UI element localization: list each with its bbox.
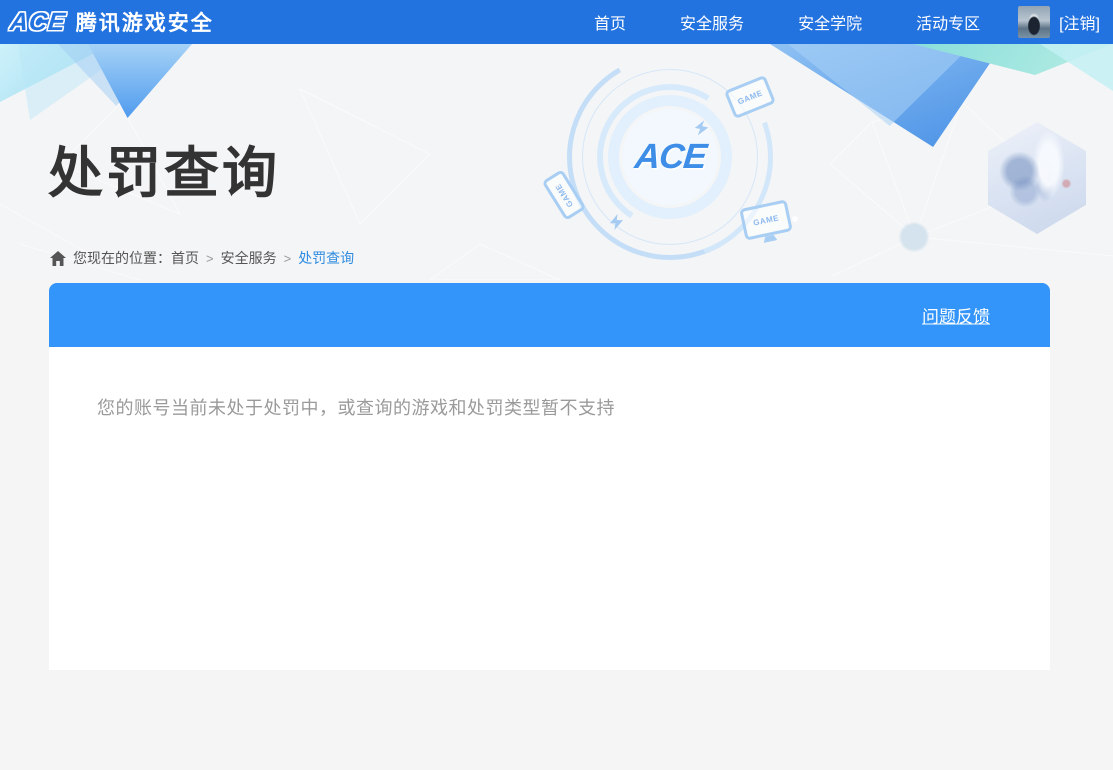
site-logo[interactable]: ACE 腾讯游戏安全: [8, 7, 214, 37]
nav-item-security-academy[interactable]: 安全学院: [798, 10, 862, 34]
ace-logo-icon: ACE: [8, 7, 68, 36]
breadcrumb-item-current: 处罚查询: [298, 250, 355, 266]
result-card: 您的账号当前未处于处罚中，或查询的游戏和处罚类型暂不支持: [49, 347, 1050, 670]
nav-menu: 首页 安全服务 安全学院 活动专区 [注销]: [540, 0, 1100, 44]
home-icon: [50, 250, 66, 266]
feedback-link[interactable]: 问题反馈: [922, 303, 990, 328]
logout-link[interactable]: [注销]: [1059, 10, 1100, 34]
page: ACE 腾讯游戏安全 首页 安全服务 安全学院 活动专区 [注销] ACE GA…: [0, 0, 1113, 770]
game-tablet-label: GAME: [736, 87, 764, 107]
game-monitor-label: GAME: [752, 212, 780, 228]
user-avatar[interactable]: [1018, 6, 1051, 38]
nav-item-security-services[interactable]: 安全服务: [680, 10, 744, 34]
ace-center-logo: ACE: [632, 137, 708, 176]
breadcrumb-item-security-services[interactable]: 安全服务: [221, 248, 277, 268]
hero-banner: ACE GAME GAME GAME 处罚查询: [0, 44, 1113, 280]
page-title: 处罚查询: [48, 142, 281, 204]
query-header-bar: 问题反馈: [49, 283, 1050, 347]
hero-center-circle: ACE: [622, 109, 718, 205]
site-logo-text: 腾讯游戏安全: [75, 12, 214, 35]
breadcrumb: 您现在的位置： 首页 > 安全服务 > 处罚查询: [50, 248, 354, 268]
breadcrumb-item-home[interactable]: 首页: [171, 248, 199, 268]
result-message: 您的账号当前未处于处罚中，或查询的游戏和处罚类型暂不支持: [97, 398, 615, 418]
breadcrumb-separator: >: [283, 250, 292, 266]
decorative-dot: [900, 223, 928, 251]
breadcrumb-prefix: 您现在的位置：: [73, 250, 171, 266]
top-nav-bar: ACE 腾讯游戏安全 首页 安全服务 安全学院 活动专区 [注销]: [0, 0, 1113, 44]
nav-item-home[interactable]: 首页: [594, 10, 626, 34]
nav-item-events[interactable]: 活动专区: [916, 10, 980, 34]
game-phone-label: GAME: [553, 181, 575, 209]
breadcrumb-separator: >: [206, 250, 214, 266]
